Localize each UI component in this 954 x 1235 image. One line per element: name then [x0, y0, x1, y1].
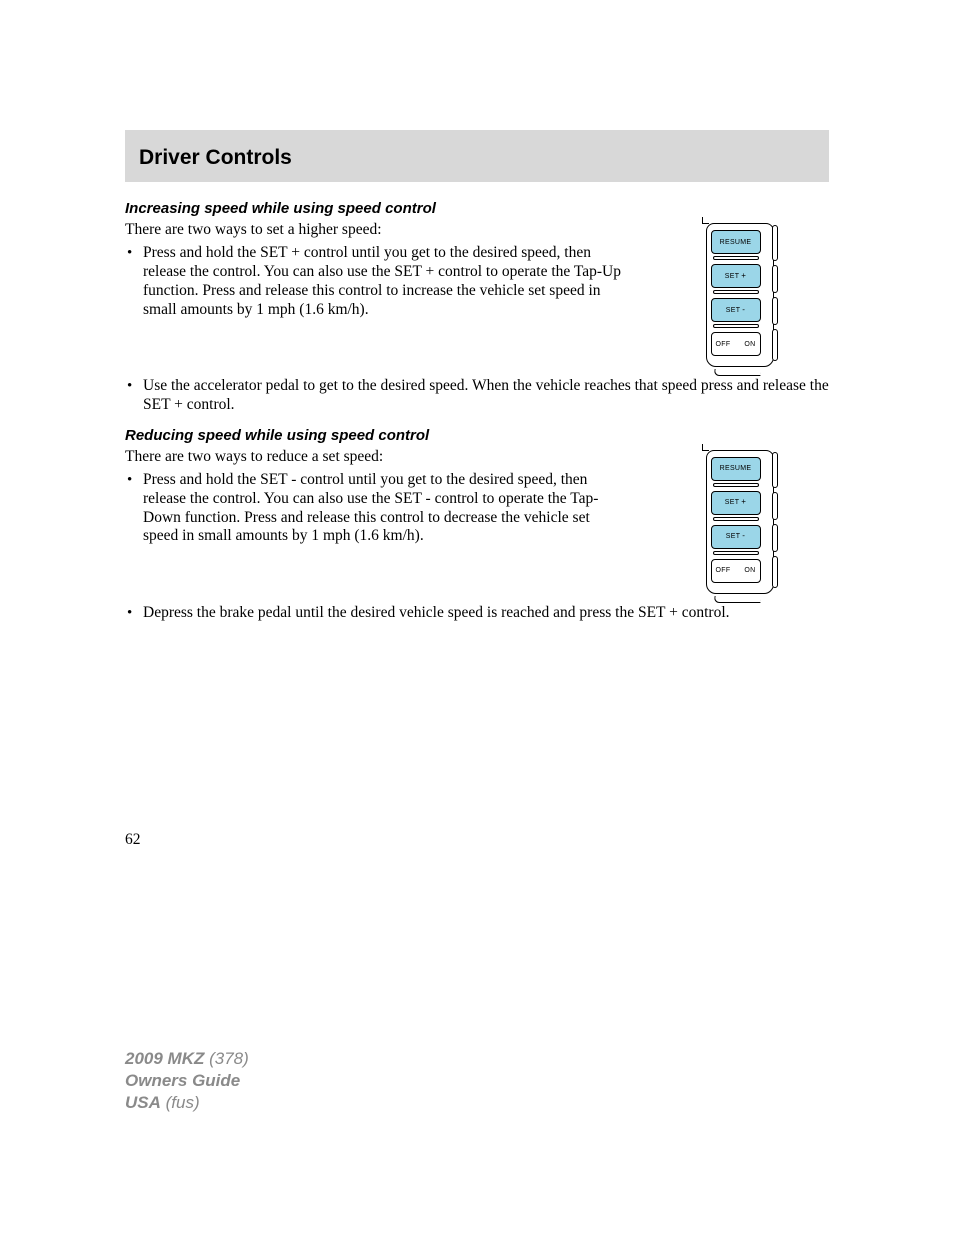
footer: 2009 MKZ (378) Owners Guide USA (fus) — [125, 1048, 249, 1113]
subsection-heading-reduce: Reducing speed while using speed control — [125, 427, 829, 444]
diagram2-off-on-button: OFFON — [711, 559, 761, 583]
intro-increase: There are two ways to set a higher speed… — [125, 221, 624, 240]
section-title: Driver Controls — [139, 146, 815, 170]
footer-code: (378) — [209, 1049, 249, 1068]
footer-region: USA — [125, 1093, 161, 1112]
diagram-off-on-button: OFFON — [711, 332, 761, 356]
diagram2-set-minus-button: SET- — [711, 525, 761, 549]
diagram-resume-button: RESUME — [711, 230, 761, 254]
footer-model: 2009 MKZ — [125, 1049, 204, 1068]
bullet-reduce-1: Press and hold the SET - control until y… — [125, 471, 624, 547]
subsection-heading-increase: Increasing speed while using speed contr… — [125, 200, 829, 217]
page-number: 62 — [125, 831, 829, 849]
bullet-increase-2: Use the accelerator pedal to get to the … — [125, 377, 829, 415]
intro-reduce: There are two ways to reduce a set speed… — [125, 448, 624, 467]
section-header: Driver Controls — [125, 130, 829, 182]
speed-control-diagram-2: RESUME SET+ SET- OFFON — [706, 448, 778, 598]
diagram2-set-plus-button: SET+ — [711, 491, 761, 515]
footer-region-code: (fus) — [166, 1093, 200, 1112]
bullet-reduce-2: Depress the brake pedal until the desire… — [125, 604, 829, 623]
footer-guide: Owners Guide — [125, 1071, 240, 1090]
diagram-set-plus-button: SET+ — [711, 264, 761, 288]
bullet-increase-1: Press and hold the SET + control until y… — [125, 244, 624, 320]
speed-control-diagram: RESUME SET+ SET- OFFON — [706, 221, 778, 371]
diagram-set-minus-button: SET- — [711, 298, 761, 322]
diagram2-resume-button: RESUME — [711, 457, 761, 481]
